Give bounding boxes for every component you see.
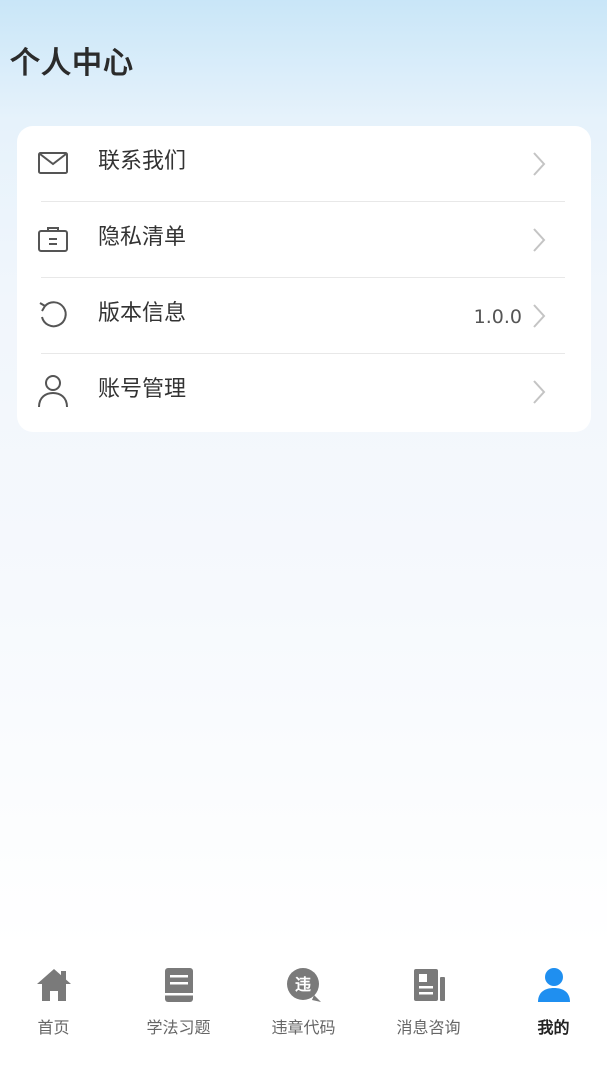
home-icon: [36, 969, 71, 1001]
menu-item-label: 联系我们: [98, 149, 187, 174]
tab-label: 首页: [37, 1018, 70, 1037]
briefcase-list-icon: [35, 219, 71, 259]
book-icon: [164, 968, 193, 1002]
tab-label: 我的: [537, 1018, 570, 1037]
tab-label: 学法习题: [146, 1018, 211, 1037]
tab-violation-codes[interactable]: 违 违章代码: [243, 955, 364, 1055]
menu-item-account-management[interactable]: 账号管理: [17, 354, 591, 430]
chevron-right-icon: [533, 304, 546, 328]
user-icon: [537, 968, 570, 1002]
menu-item-label: 版本信息: [98, 301, 187, 326]
menu-card: 联系我们 隐私清单 版本信息 1.0.0 账号管理: [17, 126, 591, 432]
chevron-right-icon: [533, 380, 546, 404]
tab-study-exercises[interactable]: 学法习题: [118, 955, 239, 1055]
bottom-tab-bar: 首页 学法习题 违 违章代码 消息咨询 我的: [0, 955, 607, 1080]
tab-home[interactable]: 首页: [0, 955, 114, 1055]
tab-mine[interactable]: 我的: [493, 955, 607, 1055]
tab-news-consult[interactable]: 消息咨询: [368, 955, 489, 1055]
newspaper-icon: [413, 969, 445, 1001]
violation-chat-icon: 违: [286, 968, 321, 1002]
mail-icon: [35, 143, 71, 183]
svg-text:违: 违: [294, 975, 310, 994]
tab-label: 消息咨询: [396, 1018, 461, 1037]
tab-label: 违章代码: [271, 1018, 336, 1037]
menu-item-contact-us[interactable]: 联系我们: [17, 126, 591, 202]
menu-item-label: 账号管理: [98, 377, 187, 402]
user-outline-icon: [35, 371, 71, 411]
menu-item-version-info[interactable]: 版本信息 1.0.0: [17, 278, 591, 354]
chevron-right-icon: [533, 152, 546, 176]
chevron-right-icon: [533, 228, 546, 252]
menu-item-label: 隐私清单: [98, 225, 187, 250]
menu-item-privacy-list[interactable]: 隐私清单: [17, 202, 591, 278]
version-value: 1.0.0: [473, 306, 522, 328]
page-title: 个人中心: [10, 46, 134, 81]
refresh-icon: [35, 295, 71, 335]
